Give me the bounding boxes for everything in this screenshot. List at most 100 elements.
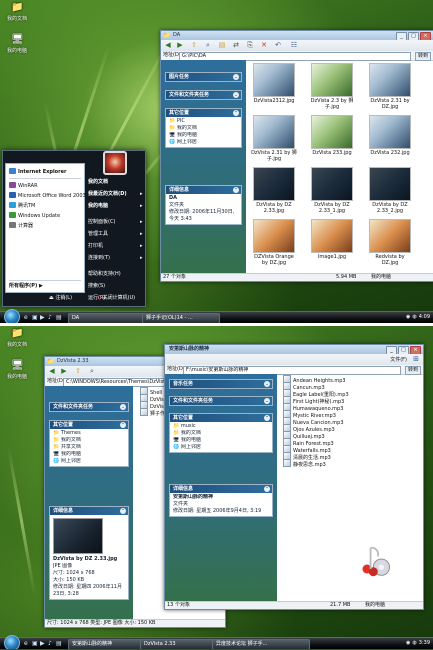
maximize-button[interactable]: □ (398, 346, 409, 354)
start-orb-button[interactable] (4, 309, 20, 323)
all-programs-button[interactable]: 所有程序(P) ▶ (9, 283, 43, 290)
copy-to-icon[interactable]: ⎘ (245, 41, 255, 50)
folder-icon[interactable]: ▤ (56, 314, 62, 321)
other-place-link[interactable]: 📁 共享文档 (53, 444, 125, 451)
list-item[interactable]: 静夜思念.mp3 (283, 459, 326, 469)
speaker-icon[interactable]: ◉ (406, 640, 410, 646)
thumbnail-item[interactable]: DzVista by DZ 2.33_2.jpg (367, 167, 413, 214)
start-right-item[interactable]: 我的文档 (88, 179, 108, 186)
thumbnail-item[interactable]: DzVista by DZ 2.33.jpg (251, 167, 297, 214)
up-folder-icon[interactable]: ⇧ (73, 367, 83, 376)
taskbar-button[interactable]: 异度技术论坛 狮子手... (212, 639, 310, 649)
menu-file[interactable]: 文件(F) (390, 356, 407, 363)
desktop-icon-my-computer[interactable]: 🖥 我的电脑 (2, 34, 32, 54)
start-item-calculator[interactable]: 计算器 (9, 222, 33, 230)
forward-icon[interactable]: ▶ (59, 367, 69, 376)
start-right-item[interactable]: 我最近的文档(D) ▸ (88, 191, 143, 198)
chevron-down-icon[interactable]: ⌄ (120, 404, 126, 410)
clock[interactable]: 3:39 (419, 640, 430, 646)
thumbnail-item[interactable]: DzVista 232.jpg (367, 115, 413, 156)
taskbar-button[interactable]: 狮子手记(OL)14 - ... (142, 313, 220, 323)
start-orb-button[interactable] (4, 635, 20, 649)
thumbnail-item[interactable]: DzVista 233.jpg (309, 115, 355, 156)
start-item-windows-update[interactable]: Windows Update (9, 212, 60, 220)
chevron-up-icon[interactable]: ⌃ (264, 486, 270, 492)
desktop-icon-my-documents[interactable]: 📁 我的文档 (2, 2, 32, 22)
views-icon[interactable]: ☷ (289, 41, 299, 50)
chevron-up-icon[interactable]: ⌃ (264, 415, 270, 421)
other-place-link[interactable]: 🌐 网上邻居 (169, 139, 238, 146)
network-icon[interactable]: ◍ (412, 640, 416, 646)
other-place-link[interactable]: 📁 我的文档 (169, 125, 238, 132)
taskbar-button[interactable]: DA (68, 313, 146, 323)
chevron-up-icon[interactable]: ⌃ (233, 187, 239, 193)
go-button[interactable]: 转到 (414, 52, 431, 61)
folder-icon[interactable]: ▤ (56, 640, 62, 647)
start-right-item[interactable]: 管理工具 ▸ (88, 231, 143, 238)
network-icon[interactable]: ◍ (412, 314, 416, 320)
other-place-link[interactable]: 🌐 网上邻居 (53, 458, 125, 465)
thumbnail-item[interactable]: DzVista 2.31 by DZ.jpg (367, 63, 413, 110)
search-icon[interactable]: ⌕ (87, 367, 97, 376)
back-icon[interactable]: ◀ (163, 41, 173, 50)
delete-icon[interactable]: ✕ (259, 41, 269, 50)
other-place-link[interactable]: 🖥 我的电脑 (169, 132, 238, 139)
minimize-button[interactable]: _ (386, 346, 397, 354)
media-icon[interactable]: ▶ (40, 640, 45, 647)
folders-icon[interactable]: ▤ (217, 41, 227, 50)
maximize-button[interactable]: □ (408, 32, 419, 40)
clock[interactable]: 4:09 (419, 314, 430, 320)
thumbnail-item[interactable]: DzVista 2.3 by 狮子.jpg (309, 63, 355, 110)
start-item-word[interactable]: Microsoft Office Word 2003 (9, 192, 86, 200)
thumbnail-item[interactable]: Redvista by DZ.jpg (367, 219, 413, 266)
music-tasks-panel[interactable]: 音乐任务 ⌄ (169, 379, 273, 389)
other-place-link[interactable]: 🖥 我的电脑 (173, 437, 269, 444)
chevron-down-icon[interactable]: ⌄ (233, 74, 239, 80)
up-folder-icon[interactable]: ⇧ (189, 41, 199, 50)
user-avatar[interactable] (103, 151, 127, 175)
other-place-link[interactable]: 📁 我的文档 (173, 430, 269, 437)
chevron-down-icon[interactable]: ⌄ (264, 398, 270, 404)
start-item-winrar[interactable]: WinRAR (9, 182, 38, 190)
other-place-link[interactable]: 📁 PIC (169, 118, 238, 125)
desktop-icon[interactable]: ▣ (32, 314, 38, 321)
other-place-link[interactable]: 📁 Themes (53, 430, 125, 437)
chevron-down-icon[interactable]: ⌄ (233, 92, 239, 98)
taskbar-button[interactable]: 安第斯山脉的精神 (68, 639, 144, 649)
start-right-item[interactable]: 我的电脑 ▸ (88, 203, 143, 210)
speaker-icon[interactable]: ◉ (406, 314, 410, 320)
ie-icon[interactable]: e (24, 640, 28, 647)
thumbnail-item[interactable]: Image1.jpg (309, 219, 355, 260)
file-tasks-panel[interactable]: 文件和文件夹任务 ⌄ (49, 402, 129, 412)
forward-icon[interactable]: ▶ (175, 41, 185, 50)
desktop-icon[interactable]: ▣ (32, 640, 38, 647)
picture-tasks-panel[interactable]: 图片任务 ⌄ (165, 72, 242, 82)
thumbnail-item[interactable]: DZVista Orange by DZ.jpg (251, 219, 297, 266)
window-titlebar[interactable]: 📁 DA _ □ × (161, 31, 433, 40)
close-button[interactable]: × (410, 346, 421, 354)
move-to-icon[interactable]: ⇄ (231, 41, 241, 50)
desktop-icon-my-computer[interactable]: 🖥 我的电脑 (2, 360, 32, 380)
start-item-tm[interactable]: 腾讯TM (9, 202, 35, 210)
thumbnail-item[interactable]: DzVista by DZ 2.33_1.jpg (309, 167, 355, 214)
other-place-link[interactable]: 📁 music (173, 423, 269, 430)
window-titlebar[interactable]: 安第斯山脉的精神 _ □ × (165, 345, 423, 354)
media-icon[interactable]: ♪ (48, 314, 52, 321)
file-tasks-panel[interactable]: 文件和文件夹任务 ⌄ (165, 90, 242, 100)
chevron-up-icon[interactable]: ⌃ (120, 422, 126, 428)
start-right-item[interactable]: 连接到(T) ▸ (88, 255, 143, 262)
thumbnail-item[interactable]: DzVista 2.31 by 狮子.jpg (251, 115, 297, 162)
start-right-item[interactable]: 控制面板(C) ▸ (88, 219, 143, 226)
explorer-window-da[interactable]: 📁 DA _ □ × ◀ ▶ ⇧ ⌕ ▤ ⇄ ⎘ ✕ ↶ ☷ 地址(D) G:\PI… (160, 30, 433, 282)
thumbnail-item[interactable]: DzVista2312.jpg (251, 63, 297, 104)
chevron-up-icon[interactable]: ⌃ (120, 508, 126, 514)
chevron-down-icon[interactable]: ⌄ (264, 381, 270, 387)
start-item-ie[interactable]: Internet Explorer (9, 168, 66, 176)
taskbar-button[interactable]: DzVista 2.33 (140, 639, 216, 649)
desktop-icon-my-documents[interactable]: 📁 我的文档 (2, 328, 32, 348)
start-right-item[interactable]: 打印机 ▸ (88, 243, 143, 250)
go-button[interactable]: 转到 (404, 366, 421, 375)
start-right-item[interactable]: 搜索(S) (88, 283, 105, 290)
file-tasks-panel[interactable]: 文件和文件夹任务 ⌄ (169, 396, 273, 406)
undo-icon[interactable]: ↶ (273, 41, 283, 50)
